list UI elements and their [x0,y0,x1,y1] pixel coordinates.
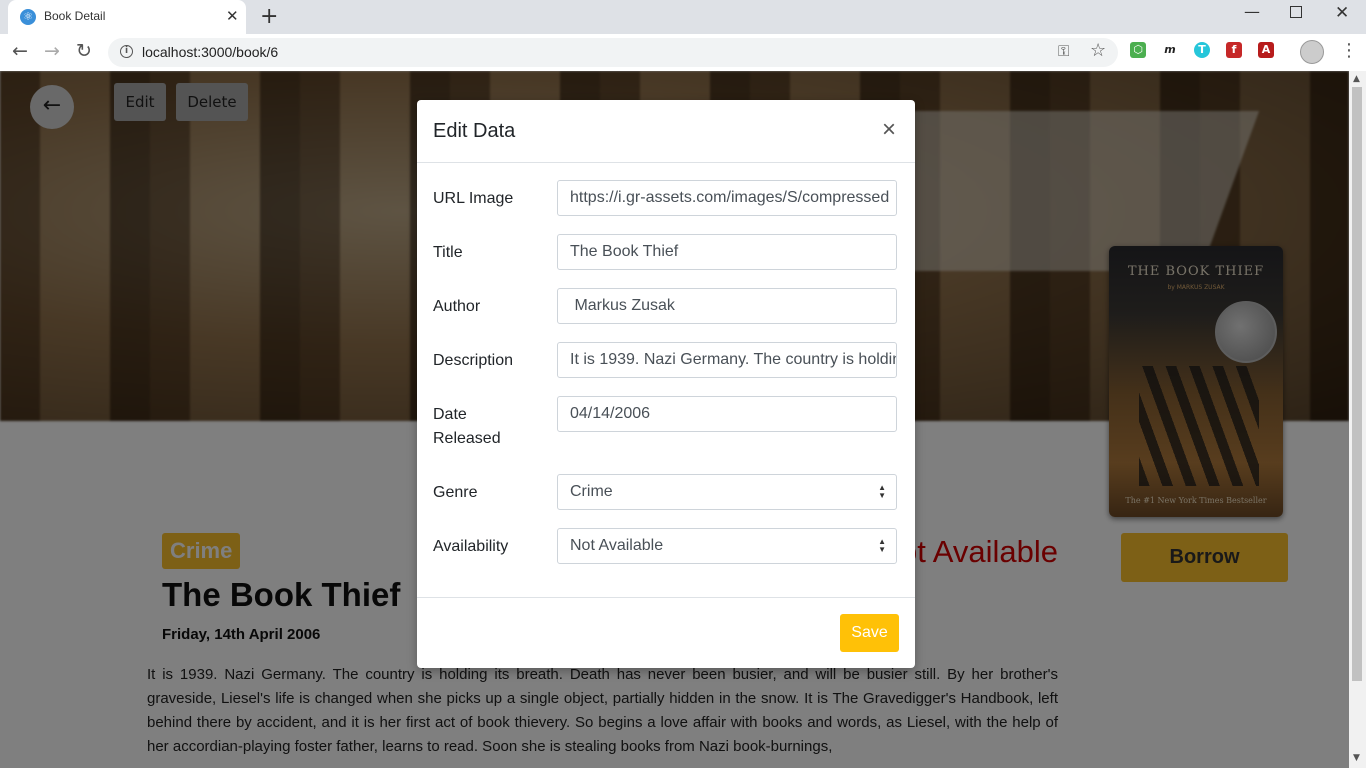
url-image-input[interactable]: https://i.gr-assets.com/images/S/compres… [557,180,897,216]
browser-tab[interactable]: ⚛ Book Detail ✕ [8,0,246,34]
extension-node-icon[interactable]: ⬡ [1130,42,1146,58]
title-input[interactable]: The Book Thief [557,234,897,270]
info-icon[interactable]: i [120,45,133,58]
edit-data-modal: Edit Data × URL Image https://i.gr-asset… [417,100,915,668]
save-button[interactable]: Save [840,614,899,652]
date-label-line1: Date [433,406,467,423]
tab-title: Book Detail [44,9,106,23]
title-label: Title [433,244,463,261]
extension-teal-icon[interactable]: T [1194,42,1210,58]
minimize-icon[interactable]: — [1244,2,1260,21]
address-bar[interactable]: i localhost:3000/book/6 ⚿ ☆ [108,38,1118,67]
modal-header: Edit Data × [417,100,915,163]
profile-avatar[interactable] [1300,40,1324,64]
select-arrows-icon: ▲ ▼ [878,537,886,554]
window-close-icon[interactable]: ✕ [1335,3,1349,23]
key-icon[interactable]: ⚿ [1058,42,1069,60]
description-input[interactable]: It is 1939. Nazi Germany. The country is… [557,342,897,378]
react-favicon-icon: ⚛ [20,9,36,25]
availability-select[interactable]: Not Available ▲ ▼ [557,528,897,564]
page-scrollbar[interactable]: ▲ ▼ [1349,71,1366,768]
scroll-thumb[interactable] [1352,87,1362,681]
modal-close-icon[interactable]: × [882,116,896,144]
extension-pdf-icon[interactable]: A [1258,42,1274,58]
forward-arrow-icon[interactable]: → [44,40,60,62]
select-arrows-icon: ▲ ▼ [878,483,886,500]
url-image-label: URL Image [433,190,514,207]
browser-menu-icon[interactable]: ⋮ [1340,40,1358,61]
description-label: Description [433,352,514,369]
modal-footer: Save [417,597,915,669]
new-tab-icon[interactable]: + [260,4,278,29]
author-label: Author [433,298,481,315]
tab-close-icon[interactable]: ✕ [226,7,239,25]
browser-titlebar: ⚛ Book Detail ✕ + — ✕ [0,0,1366,34]
url-text[interactable]: localhost:3000/book/6 [142,44,278,60]
bookmark-star-icon[interactable]: ☆ [1090,40,1106,61]
genre-select[interactable]: Crime ▲ ▼ [557,474,897,510]
back-arrow-icon[interactable]: ← [12,40,28,62]
genre-select-value: Crime [570,483,613,500]
availability-label: Availability [433,538,509,555]
date-released-input[interactable]: 04/14/2006 [557,396,897,432]
browser-toolbar: ← → ↻ i localhost:3000/book/6 ⚿ ☆ ⬡ m T … [0,34,1366,72]
scroll-down-icon[interactable]: ▼ [1353,753,1360,763]
extension-flash-icon[interactable]: f [1226,42,1242,58]
availability-select-value: Not Available [570,537,664,554]
author-input[interactable]: Markus Zusak [557,288,897,324]
reload-icon[interactable]: ↻ [76,40,92,62]
date-label-line2: Released [433,430,501,447]
genre-label: Genre [433,484,478,501]
modal-title: Edit Data [433,120,516,142]
scroll-up-icon[interactable]: ▲ [1353,74,1360,84]
maximize-icon[interactable] [1290,6,1302,18]
extension-m-icon[interactable]: m [1162,42,1178,58]
